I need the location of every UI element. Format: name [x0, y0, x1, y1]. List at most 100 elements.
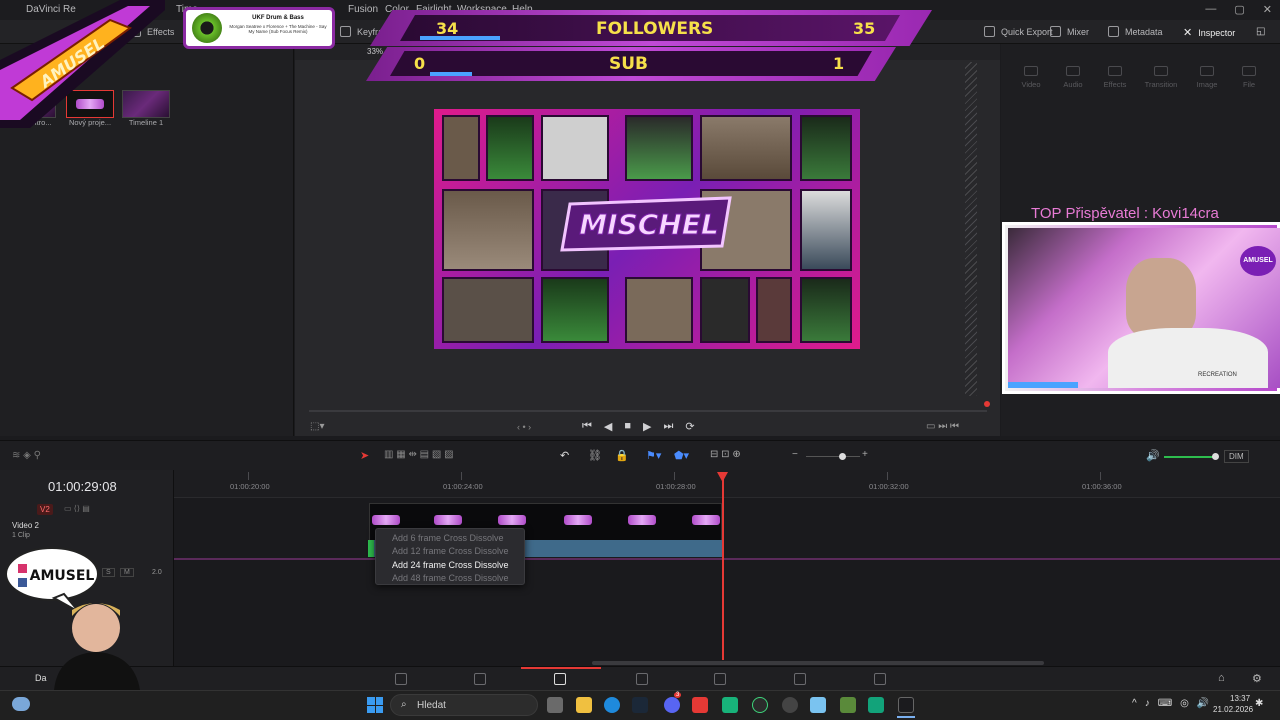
viewer-scrubber[interactable] [309, 410, 987, 412]
metadata-button[interactable]: Metadata [1108, 26, 1163, 37]
mosaic-tile [625, 277, 693, 343]
file-explorer-icon[interactable] [576, 697, 592, 713]
marker-icon[interactable]: ⬟▾ [674, 449, 689, 462]
streamer-shirt [1108, 328, 1268, 388]
sub-current: 0 [414, 54, 426, 73]
dim-button[interactable]: DIM [1224, 450, 1249, 463]
lock-icon[interactable]: 🔒 [615, 449, 629, 462]
zoom-slider-handle[interactable] [839, 453, 846, 460]
edge-icon[interactable] [604, 697, 620, 713]
playhead[interactable] [722, 472, 724, 660]
flag-icon[interactable]: ⚑▾ [646, 449, 661, 462]
notifications-icon[interactable]: ✱ [1255, 698, 1263, 709]
steam-icon[interactable] [632, 697, 648, 713]
mosaic-tile [541, 277, 609, 343]
followers-goal: 35 [853, 19, 876, 38]
sub-goal: 1 [833, 54, 845, 73]
system-tray-icons[interactable]: ^♪⌨◎🔊 [1132, 698, 1217, 709]
selection-tool-icon[interactable]: ➤ [360, 449, 369, 462]
app-icon-p[interactable] [868, 697, 884, 713]
app-icon-green[interactable] [722, 697, 738, 713]
edit-page-icon[interactable] [554, 673, 566, 685]
play-icon[interactable]: ▶ [643, 420, 651, 433]
menu-item-48-frame-dissolve[interactable]: Add 48 frame Cross Dissolve [392, 573, 509, 583]
clock-time[interactable]: 13:37 [1230, 694, 1250, 703]
minimize-icon[interactable]: — [1205, 3, 1216, 16]
volume-icon[interactable]: 🔊 [1146, 449, 1160, 462]
mosaic-tile [625, 115, 693, 181]
menu-item-6-frame-dissolve[interactable]: Add 6 frame Cross Dissolve [392, 533, 504, 543]
menu-item-24-frame-dissolve[interactable]: Add 24 frame Cross Dissolve [392, 560, 509, 570]
prev-frame-icon[interactable]: ◀ [604, 420, 612, 433]
start-button[interactable] [367, 697, 383, 713]
crop-icon[interactable]: ⬚▾ [310, 421, 324, 432]
obs-icon[interactable] [752, 697, 768, 713]
minecraft-icon[interactable] [840, 697, 856, 713]
cut-page-icon[interactable] [474, 673, 486, 685]
tab-transition[interactable]: Transition [1139, 66, 1183, 89]
tab-image[interactable]: Image [1185, 66, 1229, 89]
fusion-page-icon[interactable] [636, 673, 648, 685]
link-icon[interactable]: ⛓ [588, 449, 602, 462]
timeline-scrollbar[interactable] [592, 661, 1044, 665]
stop-icon[interactable]: ■ [624, 420, 631, 433]
skip-to-start-icon[interactable]: ⏮ [582, 420, 592, 433]
davinci-resolve-icon[interactable] [898, 697, 914, 713]
sub-progress-fill [430, 72, 472, 76]
followers-label: FOLLOWERS [596, 19, 714, 39]
color-page-icon[interactable] [714, 673, 726, 685]
zoom-slider[interactable] [806, 456, 860, 457]
close-icon[interactable]: ✕ [1263, 3, 1272, 16]
task-view-icon[interactable] [547, 697, 563, 713]
webcam-feed: RECREATION AMUSEL [1008, 228, 1280, 388]
quick-export-button[interactable]: Quick Export [984, 26, 1053, 37]
deliver-page-icon[interactable] [874, 673, 886, 685]
loop-icon[interactable]: ⟳ [685, 420, 694, 433]
webcam-accent-bar [1008, 382, 1078, 388]
top-donor-label: TOP Přispěvatel : Kovi14cra [1031, 205, 1219, 222]
edit-tools-icons[interactable]: ▥ ▦ ⇹ ▤ ▧ ▨ [384, 449, 454, 460]
weather-icon[interactable] [12, 697, 30, 711]
home-icon[interactable]: ⌂ [1218, 672, 1225, 684]
keyframes-icon [340, 26, 351, 37]
track-badge-v2[interactable]: V2 [37, 504, 53, 515]
skip-to-end-icon[interactable]: ⏭ [664, 420, 674, 433]
volume-slider[interactable] [1164, 456, 1214, 458]
timeline-view-icons[interactable]: ≋ ◈ ⚲ [12, 450, 41, 461]
zoom-icons[interactable]: ⊟ ⊡ ⊕ [710, 449, 741, 460]
clip-handle[interactable] [368, 540, 374, 557]
track-controls-icons[interactable]: ▭ ⟨⟩ ▤ [64, 504, 90, 513]
tab-file[interactable]: File [1227, 66, 1271, 89]
taskbar-search[interactable]: ⌕ Hledat [390, 694, 538, 716]
zoom-out-icon[interactable]: − [792, 449, 798, 460]
maximize-icon[interactable]: ▢ [1234, 3, 1244, 16]
volume-handle[interactable] [1212, 453, 1219, 460]
notepad-icon[interactable] [810, 697, 826, 713]
viewer-playhead-dot[interactable] [984, 401, 990, 407]
tab-audio[interactable]: Audio [1051, 66, 1095, 89]
tab-effects[interactable]: Effects [1093, 66, 1137, 89]
timeline-area [0, 470, 1280, 666]
media-page-icon[interactable] [395, 673, 407, 685]
menu-item-12-frame-dissolve[interactable]: Add 12 frame Cross Dissolve [392, 546, 509, 556]
fullscreen-icon[interactable]: ▭ ⏭ ⏮ [926, 421, 959, 432]
inspector-button[interactable]: ✕ Inspector [1183, 26, 1235, 39]
timeline-ruler[interactable]: 01:00:20:00 01:00:24:00 01:00:28:00 01:0… [174, 470, 1280, 498]
youtube-icon[interactable] [692, 697, 708, 713]
zoom-in-icon[interactable]: + [862, 449, 868, 460]
project-settings-icon[interactable]: ⚙ [1252, 672, 1262, 685]
mosaic-tile [541, 115, 609, 181]
settings-icon[interactable]: ◱ [1256, 26, 1265, 37]
menu-item-fusion[interactable]: Fusion [348, 4, 378, 15]
clock-date[interactable]: 21.02.2026 [1213, 705, 1253, 714]
app-icon-pin[interactable] [782, 697, 798, 713]
jog-icon[interactable]: ‹ • › [517, 422, 531, 432]
discord-icon[interactable] [664, 697, 680, 713]
zoom-level[interactable]: 33% [367, 47, 383, 56]
metadata-icon [1108, 26, 1119, 37]
fairlight-page-icon[interactable] [794, 673, 806, 685]
tab-video[interactable]: Video [1009, 66, 1053, 89]
mosaic-tile [442, 115, 480, 181]
snap-icon[interactable]: ↶ [560, 449, 569, 462]
mixer-button[interactable]: Mixer [1050, 26, 1089, 37]
